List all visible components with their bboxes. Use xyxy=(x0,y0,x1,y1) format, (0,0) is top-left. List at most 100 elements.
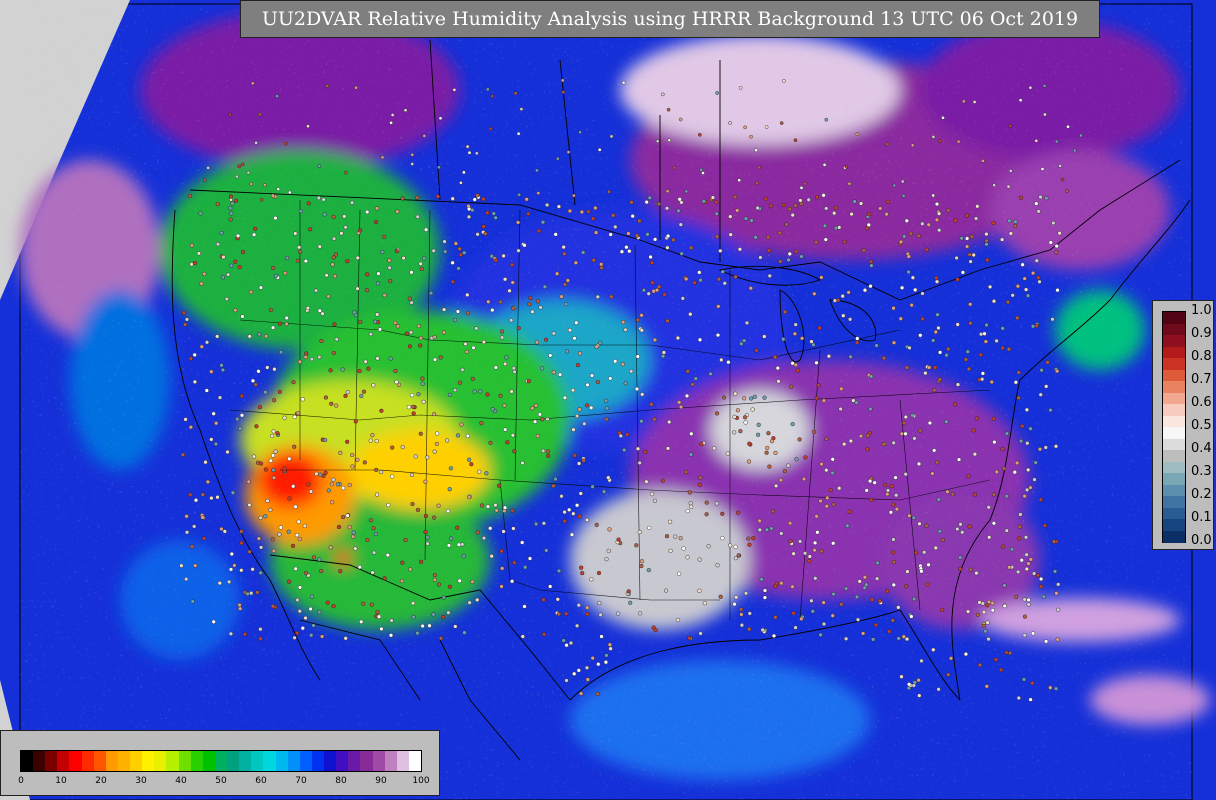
station-marker xyxy=(992,440,997,445)
station-marker xyxy=(764,527,769,532)
station-marker xyxy=(777,230,782,236)
station-marker xyxy=(259,197,264,202)
station-marker xyxy=(463,341,468,347)
station-marker xyxy=(924,247,929,252)
station-marker xyxy=(874,343,879,348)
station-marker xyxy=(936,497,941,502)
station-marker xyxy=(456,542,461,547)
station-marker xyxy=(202,536,207,541)
station-marker xyxy=(485,504,491,509)
station-marker xyxy=(627,249,632,254)
station-marker xyxy=(661,92,665,97)
humidity-color-ramp xyxy=(20,750,422,772)
station-marker xyxy=(773,583,778,589)
station-marker xyxy=(1028,557,1033,562)
station-marker xyxy=(1034,258,1039,263)
station-marker xyxy=(697,557,702,562)
station-marker xyxy=(790,584,795,589)
station-marker xyxy=(967,252,972,257)
station-marker xyxy=(1038,392,1043,397)
station-marker xyxy=(354,85,358,90)
station-marker xyxy=(649,492,655,497)
station-marker xyxy=(954,255,959,261)
station-marker xyxy=(1060,177,1065,182)
station-marker xyxy=(548,584,553,589)
station-marker xyxy=(481,339,486,345)
station-marker xyxy=(955,277,960,282)
station-marker xyxy=(607,642,612,647)
station-marker xyxy=(228,631,233,636)
station-marker xyxy=(909,614,914,619)
station-marker xyxy=(265,498,270,503)
station-marker xyxy=(270,433,275,439)
station-marker xyxy=(688,501,693,506)
station-marker xyxy=(332,236,337,241)
station-marker xyxy=(511,366,516,371)
station-marker xyxy=(896,605,901,610)
station-marker xyxy=(202,178,207,183)
station-marker xyxy=(881,442,886,447)
humidity-color-swatch xyxy=(117,751,131,771)
station-marker xyxy=(916,678,921,683)
station-marker xyxy=(795,368,800,373)
humidity-color-swatch xyxy=(360,751,373,771)
station-marker xyxy=(1012,223,1018,229)
station-marker xyxy=(250,567,255,572)
station-marker xyxy=(309,594,315,599)
station-marker xyxy=(432,572,437,578)
station-marker xyxy=(685,555,690,560)
station-marker xyxy=(1033,460,1038,465)
station-marker xyxy=(569,532,575,537)
station-marker xyxy=(608,646,613,651)
station-marker xyxy=(263,183,267,187)
station-marker xyxy=(838,406,843,412)
station-marker xyxy=(446,610,451,615)
station-marker xyxy=(765,445,770,450)
station-marker xyxy=(639,563,644,569)
station-marker xyxy=(368,518,373,523)
station-marker xyxy=(1009,169,1013,173)
station-marker xyxy=(543,337,549,342)
station-marker xyxy=(291,380,296,385)
station-marker xyxy=(1016,370,1021,375)
station-marker xyxy=(341,514,346,520)
station-marker xyxy=(209,437,214,442)
station-marker xyxy=(350,452,355,458)
station-marker xyxy=(854,594,860,599)
station-marker xyxy=(747,611,752,616)
station-marker xyxy=(764,450,769,455)
station-marker xyxy=(964,244,970,249)
station-marker xyxy=(490,407,495,412)
station-marker xyxy=(606,475,611,480)
station-marker xyxy=(200,515,205,520)
station-marker xyxy=(437,165,441,170)
station-marker xyxy=(972,452,977,457)
station-marker xyxy=(773,450,778,455)
station-marker xyxy=(453,241,458,246)
station-marker xyxy=(910,413,915,418)
station-marker xyxy=(268,458,273,463)
station-marker xyxy=(415,507,421,512)
station-marker xyxy=(450,279,455,284)
station-marker xyxy=(564,678,569,683)
station-marker xyxy=(304,351,309,356)
station-marker xyxy=(966,474,971,479)
station-marker xyxy=(906,682,912,687)
station-marker xyxy=(275,431,280,436)
station-marker xyxy=(732,430,737,435)
station-marker xyxy=(1034,323,1039,328)
station-marker xyxy=(556,204,561,209)
humidity-color-swatch xyxy=(105,751,119,771)
station-marker xyxy=(983,629,988,634)
station-marker xyxy=(1028,697,1033,702)
station-marker xyxy=(358,228,363,233)
station-marker xyxy=(980,601,985,606)
station-marker xyxy=(604,653,609,658)
station-marker xyxy=(912,436,917,441)
station-marker xyxy=(701,171,705,175)
station-marker xyxy=(932,388,937,393)
station-marker xyxy=(1018,512,1023,517)
station-marker xyxy=(787,207,792,212)
station-marker xyxy=(421,399,426,404)
station-marker xyxy=(991,416,996,421)
